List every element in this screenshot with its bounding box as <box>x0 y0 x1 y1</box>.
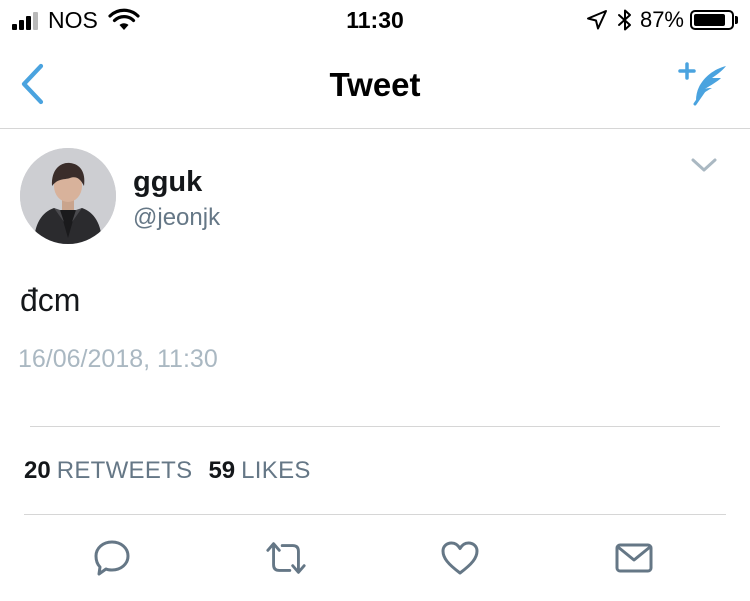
battery-level <box>694 14 725 26</box>
tweet-timestamp: 16/06/2018, 11:30 <box>18 345 218 373</box>
retweets-count[interactable]: 20 <box>24 456 51 486</box>
avatar-image <box>20 148 116 244</box>
divider <box>30 426 720 427</box>
user-handle[interactable]: @jeonjk <box>133 203 220 233</box>
display-name[interactable]: gguk <box>133 165 202 199</box>
compose-tweet-button[interactable] <box>676 58 736 110</box>
reply-icon <box>94 540 130 576</box>
chevron-down-icon <box>691 158 717 172</box>
tweet-stats: 20 RETWEETS 59 LIKES <box>24 456 327 486</box>
likes-count[interactable]: 59 <box>208 456 235 486</box>
divider <box>24 514 726 515</box>
like-icon <box>441 541 479 575</box>
message-icon <box>615 543 653 573</box>
battery-tip <box>735 16 738 24</box>
tweet-text: đcm <box>20 282 81 318</box>
like-button[interactable] <box>438 538 482 578</box>
nav-bar: Tweet <box>0 40 750 129</box>
retweets-label[interactable]: RETWEETS <box>57 456 193 486</box>
location-arrow-icon <box>586 10 607 30</box>
compose-tweet-icon <box>678 62 726 106</box>
retweet-button[interactable] <box>264 538 308 578</box>
tweet-screen: NOS 11:30 87% Tweet gguk @jeonjk đcm 16/… <box>0 0 750 601</box>
tweet-options-button[interactable] <box>686 150 722 180</box>
direct-message-button[interactable] <box>612 538 656 578</box>
reply-button[interactable] <box>90 538 134 578</box>
likes-label[interactable]: LIKES <box>241 456 311 486</box>
battery-icon <box>690 10 734 30</box>
battery-percent: 87% <box>639 7 684 32</box>
bluetooth-icon <box>617 9 631 31</box>
retweet-icon <box>266 542 306 574</box>
status-right: 87% <box>586 7 738 33</box>
page-title: Tweet <box>329 66 421 103</box>
avatar[interactable] <box>20 148 116 244</box>
status-bar: NOS 11:30 87% <box>0 0 750 40</box>
